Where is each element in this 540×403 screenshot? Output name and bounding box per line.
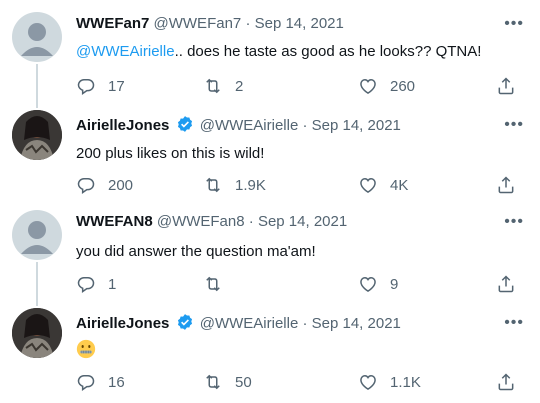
reply-button[interactable]: 17 — [76, 74, 125, 98]
reply-icon — [77, 375, 95, 391]
separator: · — [302, 117, 308, 134]
like-button[interactable]: 1.1K — [358, 370, 421, 394]
retweet-count: 50 — [235, 373, 252, 391]
default-avatar-icon — [21, 221, 53, 254]
timestamp[interactable]: Sep 14, 2021 — [312, 117, 401, 134]
separator: · — [248, 213, 254, 230]
reply-button[interactable]: 16 — [76, 370, 125, 394]
reply-button[interactable]: 200 — [76, 173, 133, 197]
retweet-count: 2 — [235, 77, 244, 95]
more-options-icon[interactable]: ••• — [504, 16, 524, 32]
heart-icon — [360, 177, 376, 193]
reply-count: 1 — [108, 275, 117, 293]
more-options-icon[interactable]: ••• — [504, 214, 524, 230]
display-name[interactable]: WWEFan7 — [76, 15, 149, 32]
tweet-text: 200 plus likes on this is wild! — [76, 145, 265, 162]
avatar[interactable] — [12, 210, 62, 260]
heart-icon — [360, 78, 376, 94]
like-button[interactable]: 260 — [358, 74, 415, 98]
tweet[interactable]: AirielleJones @WWEAirielle · Sep 14, 202… — [0, 300, 540, 403]
avatar[interactable] — [12, 308, 62, 358]
tweet-header: AirielleJones @WWEAirielle · Sep 14, 202… — [76, 313, 401, 334]
display-name[interactable]: AirielleJones — [76, 117, 169, 134]
retweet-button[interactable]: 2 — [203, 74, 243, 98]
tweet-actions: 17 2 260 — [76, 74, 526, 98]
tweet-actions: 16 50 1.1K — [76, 370, 526, 394]
tweet-text: you did answer the question ma'am! — [76, 243, 316, 260]
timestamp[interactable]: Sep 14, 2021 — [255, 15, 344, 32]
share-icon — [498, 176, 514, 194]
retweet-button[interactable]: 1.9K — [203, 173, 266, 197]
avatar[interactable] — [12, 12, 62, 62]
retweet-icon — [206, 78, 220, 94]
tweet-actions: 200 1.9K 4K — [76, 173, 526, 197]
reply-icon — [77, 178, 95, 194]
share-button[interactable] — [496, 74, 528, 98]
reply-button[interactable]: 1 — [76, 272, 116, 296]
tweet-text — [76, 339, 96, 365]
timestamp[interactable]: Sep 14, 2021 — [312, 315, 401, 332]
profile-photo — [12, 308, 62, 358]
more-options-icon[interactable]: ••• — [504, 315, 524, 331]
tweet[interactable]: WWEFAN8 @WWEFan8 · Sep 14, 2021 ••• you … — [0, 200, 540, 300]
reply-count: 16 — [108, 373, 125, 391]
share-icon — [498, 275, 514, 293]
like-count: 1.1K — [390, 373, 421, 391]
heart-icon — [360, 276, 376, 292]
reply-count: 200 — [108, 176, 134, 194]
share-button[interactable] — [496, 272, 528, 296]
retweet-button[interactable] — [203, 272, 235, 296]
like-button[interactable]: 9 — [358, 272, 398, 296]
retweet-icon — [206, 374, 220, 390]
retweet-button[interactable]: 50 — [203, 370, 252, 394]
retweet-icon — [206, 276, 220, 292]
username[interactable]: @WWEFan8 — [157, 213, 245, 230]
username[interactable]: @WWEAirielle — [200, 117, 299, 134]
tweet-actions: 1 9 — [76, 272, 526, 296]
username[interactable]: @WWEFan7 — [154, 15, 242, 32]
tweet-header: AirielleJones @WWEAirielle · Sep 14, 202… — [76, 115, 401, 136]
like-count: 4K — [390, 176, 409, 194]
zipper-mouth-face-icon — [76, 339, 96, 359]
verified-badge-icon — [177, 116, 192, 132]
tweet-header: WWEFan7 @WWEFan7 · Sep 14, 2021 — [76, 14, 344, 34]
separator: · — [245, 15, 251, 32]
more-options-icon[interactable]: ••• — [504, 117, 524, 133]
heart-icon — [360, 374, 376, 390]
retweet-icon — [206, 177, 220, 193]
retweet-count: 1.9K — [235, 176, 266, 194]
share-icon — [498, 373, 514, 391]
display-name[interactable]: AirielleJones — [76, 315, 169, 332]
mention-link[interactable]: @WWEAirielle — [76, 43, 175, 60]
share-button[interactable] — [496, 173, 528, 197]
verified-badge-icon — [177, 314, 192, 330]
tweet[interactable]: AirielleJones @WWEAirielle · Sep 14, 202… — [0, 105, 540, 200]
reply-count: 17 — [108, 77, 125, 95]
reply-icon — [77, 277, 95, 293]
separator: · — [302, 315, 308, 332]
like-count: 260 — [390, 77, 416, 95]
share-button[interactable] — [496, 370, 528, 394]
tweet-header: WWEFAN8 @WWEFan8 · Sep 14, 2021 — [76, 212, 347, 232]
reply-icon — [77, 79, 95, 95]
tweet-text: @WWEAirielle.. does he taste as good as … — [76, 43, 482, 60]
display-name[interactable]: WWEFAN8 — [76, 213, 153, 230]
tweet[interactable]: WWEFan7 @WWEFan7 · Sep 14, 2021 ••• @WWE… — [0, 0, 540, 105]
timestamp[interactable]: Sep 14, 2021 — [258, 213, 347, 230]
share-icon — [498, 77, 514, 95]
like-button[interactable]: 4K — [358, 173, 408, 197]
username[interactable]: @WWEAirielle — [200, 315, 299, 332]
avatar[interactable] — [12, 110, 62, 160]
profile-photo — [12, 110, 62, 160]
default-avatar-icon — [21, 23, 53, 56]
like-count: 9 — [390, 275, 399, 293]
